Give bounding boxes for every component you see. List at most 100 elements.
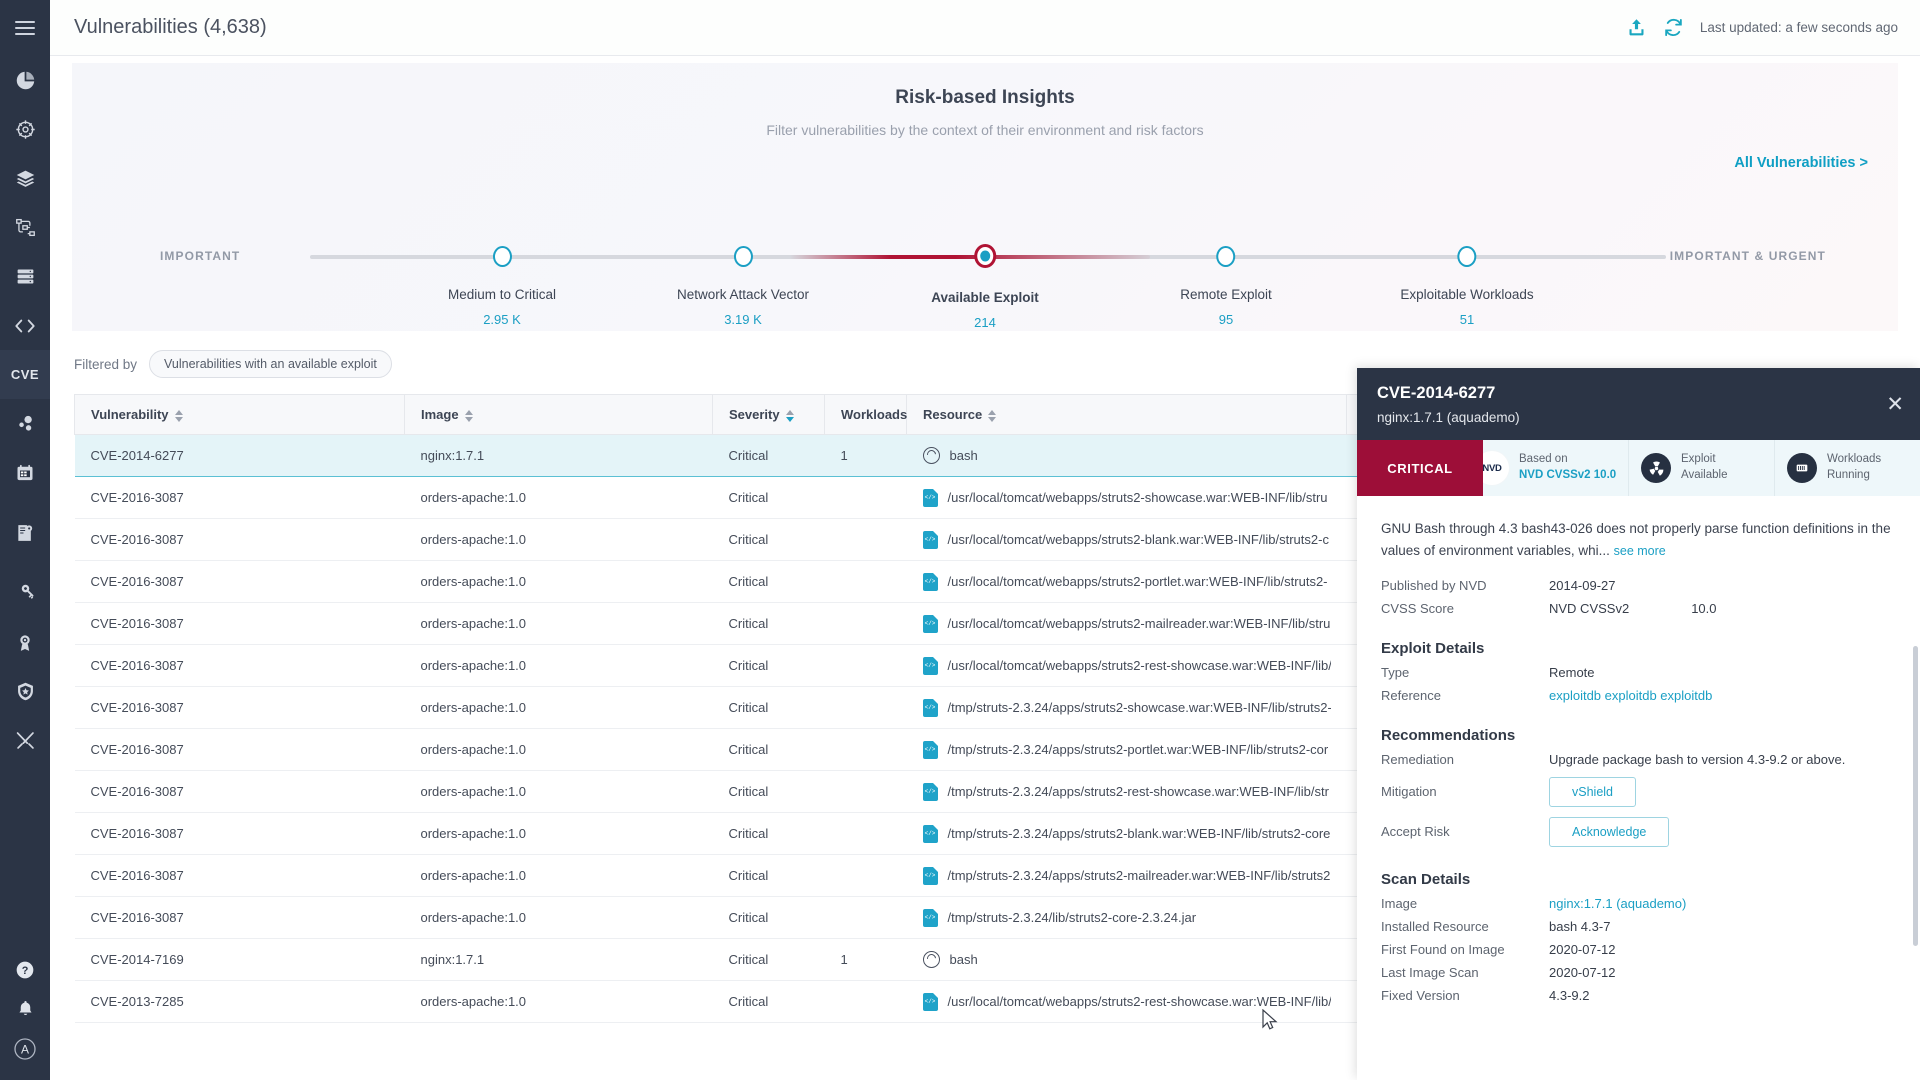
cvss-source-link[interactable]: NVD CVSSv2 [1549, 601, 1629, 616]
column-header-vulnerability[interactable]: Vulnerability [74, 394, 405, 435]
cell-workloads [824, 728, 907, 771]
risk-node-value: 51 [1459, 312, 1475, 327]
resource-path: bash [949, 952, 978, 967]
sidebar-item-images[interactable] [0, 154, 50, 203]
risk-node-available-exploit[interactable]: Available Exploit 214 [931, 244, 1039, 330]
sidebar-item-risk-explorer[interactable] [0, 105, 50, 154]
resource-path: /tmp/struts-2.3.24/apps/struts2-portlet.… [947, 742, 1329, 757]
exploit-reference-row: Reference exploitdb exploitdb exploitdb [1381, 688, 1896, 703]
cell-vulnerability: CVE-2014-7169 [74, 938, 405, 981]
sidebar-item-registries[interactable] [0, 252, 50, 301]
cell-image: orders-apache:1.0 [404, 980, 713, 1023]
risk-node-value: 95 [1218, 312, 1234, 327]
badge-line2[interactable]: NVD CVSSv2 10.0 [1519, 468, 1616, 484]
cell-workloads [824, 896, 907, 939]
column-header-severity[interactable]: Severity [712, 394, 825, 435]
cell-image: orders-apache:1.0 [404, 518, 713, 561]
file-code-icon: </> [922, 572, 938, 591]
notifications-button[interactable] [16, 999, 35, 1023]
sidebar-item-security[interactable] [0, 667, 50, 716]
cell-vulnerability: CVE-2014-6277 [74, 434, 405, 477]
risk-node-remote-exploit[interactable]: Remote Exploit 95 [1180, 246, 1272, 327]
filter-chip[interactable]: Vulnerabilities with an available exploi… [149, 350, 392, 378]
column-header-workloads[interactable]: Workloads [824, 394, 907, 435]
cell-vulnerability: CVE-2016-3087 [74, 770, 405, 813]
exploit-reference-links[interactable]: exploitdb exploitdb exploitdb [1549, 688, 1712, 703]
risk-node-medium-to-critical[interactable]: Medium to Critical 2.95 K [448, 246, 556, 327]
help-button[interactable]: ? [15, 960, 35, 985]
document-gear-icon [15, 523, 35, 543]
file-code-icon: </> [922, 824, 938, 843]
cell-vulnerability: CVE-2016-3087 [74, 644, 405, 687]
risk-node-dot [1216, 246, 1236, 267]
risk-based-insights-panel: Risk-based Insights Filter vulnerabiliti… [72, 63, 1898, 331]
cell-vulnerability: CVE-2016-3087 [74, 812, 405, 855]
page-title: Vulnerabilities (4,638) [74, 16, 267, 38]
upload-export-icon[interactable] [1626, 17, 1647, 38]
sidebar-item-vulnerabilities[interactable]: CVE [0, 350, 50, 399]
sidebar-item-settings-tools[interactable] [0, 716, 50, 765]
see-more-link[interactable]: see more [1614, 544, 1666, 558]
column-header-resource[interactable]: Resource [906, 394, 1347, 435]
column-label: Image [421, 407, 459, 422]
risk-node-network-attack-vector[interactable]: Network Attack Vector 3.19 K [676, 246, 810, 327]
column-header-image[interactable]: Image [404, 394, 713, 435]
scan-image-value[interactable]: nginx:1.7.1 (aquademo) [1549, 896, 1686, 911]
sort-toggle-icon[interactable] [174, 409, 183, 422]
all-vulnerabilities-link[interactable]: All Vulnerabilities > [1734, 155, 1868, 171]
exploit-details-title: Exploit Details [1381, 639, 1485, 657]
sidebar-item-compliance[interactable] [0, 618, 50, 667]
cell-severity: Critical [712, 896, 825, 939]
sort-toggle-icon[interactable] [464, 409, 473, 422]
cvss-label: CVSS Score [1381, 600, 1454, 616]
acknowledge-button[interactable]: Acknowledge [1549, 816, 1670, 847]
sidebar-item-dashboard[interactable] [0, 56, 50, 105]
badge-line1: Exploit [1681, 453, 1716, 466]
sidebar-item-scan-queue[interactable] [0, 448, 50, 497]
risk-node-exploitable-workloads[interactable]: Exploitable Workloads 51 [1400, 246, 1534, 327]
cell-workloads [824, 686, 907, 729]
hamburger-menu-button[interactable] [0, 0, 50, 56]
cell-resource: </> /usr/local/tomcat/webapps/struts2-mai… [906, 602, 1347, 645]
last-scan-row: Last Image Scan 2020-07-12 [1381, 965, 1896, 980]
refresh-icon[interactable] [1663, 17, 1684, 38]
cell-severity: Critical [712, 518, 825, 561]
sidebar-item-secrets[interactable] [0, 569, 50, 618]
first-found-row: First Found on Image 2020-07-12 [1381, 942, 1896, 957]
question-circle-icon: ? [15, 960, 35, 985]
fixed-version-label: Fixed Version [1381, 987, 1460, 1003]
sidebar-item-code-repositories[interactable] [0, 301, 50, 350]
account-button[interactable]: A [13, 1037, 37, 1066]
sidebar-item-policies[interactable] [0, 497, 50, 569]
shield-icon [15, 681, 36, 702]
risk-node-dot [733, 246, 753, 267]
cell-severity: Critical [712, 728, 825, 771]
cell-resource: </> /usr/local/tomcat/webapps/struts2-res… [906, 644, 1347, 687]
risk-node-label: Network Attack Vector [676, 287, 810, 302]
resource-path: /tmp/struts-2.3.24/lib/struts2-core-2.3.… [947, 910, 1197, 925]
sort-toggle-icon[interactable] [988, 409, 997, 422]
cell-resource: bash [906, 434, 1347, 477]
close-icon[interactable]: ✕ [1886, 394, 1904, 415]
cell-vulnerability: CVE-2013-7285 [74, 980, 405, 1023]
detail-scrollbar-thumb[interactable] [1913, 646, 1918, 946]
badge-exploit-available: Exploit Available [1629, 440, 1775, 496]
first-found-label: First Found on Image [1381, 941, 1505, 957]
cell-resource: </> /usr/local/tomcat/webapps/struts2-sho… [906, 476, 1347, 519]
sidebar-item-functions[interactable] [0, 399, 50, 448]
molecule-icon [15, 413, 36, 434]
workload-icon [1787, 453, 1817, 483]
slider-track: Medium to Critical 2.95 K Network Attack… [310, 244, 1666, 330]
vshield-button[interactable]: vShield [1549, 776, 1636, 807]
sort-toggle-icon[interactable] [785, 409, 794, 422]
slider-label-left: IMPORTANT [160, 249, 241, 263]
sidebar-item-pipelines[interactable] [0, 203, 50, 252]
resource-path: /usr/local/tomcat/webapps/struts2-rest-s… [947, 994, 1331, 1009]
cell-severity: Critical [712, 770, 825, 813]
risk-node-value: 3.19 K [724, 312, 762, 327]
cell-resource: </> /tmp/struts-2.3.24/apps/struts2-portl… [906, 728, 1347, 771]
cell-resource: </> /tmp/struts-2.3.24/apps/struts2-rest-… [906, 770, 1347, 813]
last-scan-label: Last Image Scan [1381, 964, 1479, 980]
insights-subtitle: Filter vulnerabilities by the context of… [766, 122, 1204, 138]
cell-vulnerability: CVE-2016-3087 [74, 686, 405, 729]
